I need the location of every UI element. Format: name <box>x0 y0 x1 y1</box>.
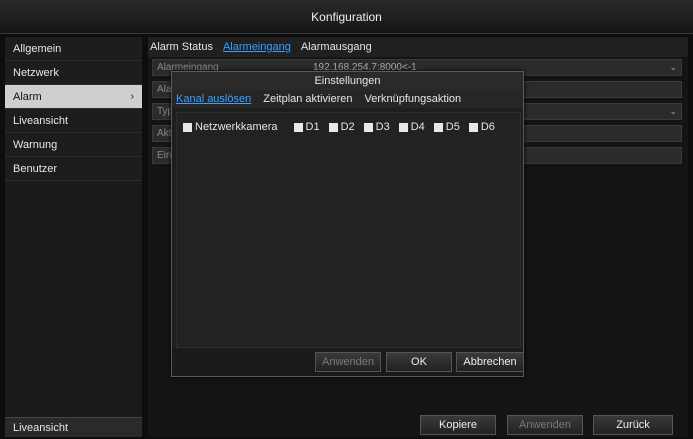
tab-alarmeingang[interactable]: Alarmeingang <box>223 41 291 53</box>
tab-alarmausgang[interactable]: Alarmausgang <box>301 41 372 53</box>
checkbox-icon <box>398 122 408 132</box>
sidebar-item-label: Alarm <box>13 91 42 103</box>
sidebar-item-warnung[interactable]: Warnung <box>5 133 142 157</box>
back-button[interactable]: Zurück <box>593 415 673 435</box>
sidebar-item-label: Allgemein <box>13 43 62 55</box>
dialog-body: Netzwerkkamera D1 D2 D3 D4 D5 D6 <box>176 112 521 348</box>
dialog-apply-button[interactable]: Anwenden <box>315 352 381 372</box>
chevron-down-icon: ⌄ <box>669 106 677 116</box>
checkbox-label: D6 <box>480 121 495 133</box>
settings-dialog: Einstellungen Kanal auslösen Zeitplan ak… <box>171 71 524 377</box>
sidebar-item-label: Netzwerk <box>13 67 59 79</box>
checkbox-d3[interactable]: D3 <box>363 121 390 133</box>
sidebar-item-alarm[interactable]: Alarm › <box>5 85 142 109</box>
checkbox-d2[interactable]: D2 <box>328 121 355 133</box>
dialog-title: Einstellungen <box>172 72 523 90</box>
checkbox-d4[interactable]: D4 <box>398 121 425 133</box>
checkbox-d1[interactable]: D1 <box>293 121 320 133</box>
tab-zeitplan-aktivieren[interactable]: Zeitplan aktivieren <box>263 93 352 105</box>
checkbox-label: D3 <box>375 121 390 133</box>
checkbox-label: D2 <box>340 121 355 133</box>
sidebar-item-label: Warnung <box>13 139 58 151</box>
ok-button[interactable]: OK <box>386 352 452 372</box>
tab-kanal-ausloesen[interactable]: Kanal auslösen <box>176 93 251 105</box>
checkbox-icon <box>183 122 192 132</box>
copy-button[interactable]: Kopiere <box>420 415 496 435</box>
checkbox-icon <box>468 122 478 132</box>
main-tabs: Alarm Status Alarmeingang Alarmausgang <box>148 37 688 57</box>
checkbox-label: D4 <box>410 121 425 133</box>
checkbox-icon <box>328 122 338 132</box>
checkbox-label: D1 <box>305 121 320 133</box>
tab-alarm-status[interactable]: Alarm Status <box>150 41 213 53</box>
chevron-down-icon: ⌄ <box>669 62 677 72</box>
checkbox-netzwerkkamera[interactable]: Netzwerkkamera <box>183 121 278 133</box>
checkbox-icon <box>433 122 443 132</box>
chevron-right-icon: › <box>130 91 134 102</box>
dialog-tabs: Kanal auslösen Zeitplan aktivieren Verkn… <box>172 90 523 108</box>
checkbox-icon <box>293 122 303 132</box>
checkbox-d6[interactable]: D6 <box>468 121 495 133</box>
window-title-text: Konfiguration <box>311 9 382 24</box>
sidebar-item-label: Benutzer <box>13 163 58 175</box>
sidebar-item-netzwerk[interactable]: Netzwerk <box>5 61 142 85</box>
tab-verknuepfungsaktion[interactable]: Verknüpfungsaktion <box>365 93 462 105</box>
sidebar-item-label: Liveansicht <box>13 115 69 127</box>
checkbox-icon <box>363 122 373 132</box>
liveview-button[interactable]: Liveansicht <box>5 417 142 437</box>
window-title: Konfiguration <box>0 0 693 34</box>
cancel-button[interactable]: Abbrechen <box>456 352 524 372</box>
channel-checkboxes: Netzwerkkamera D1 D2 D3 D4 D5 D6 <box>183 121 504 133</box>
apply-button[interactable]: Anwenden <box>507 415 583 435</box>
sidebar-item-benutzer[interactable]: Benutzer <box>5 157 142 181</box>
dialog-footer: Anwenden OK Abbrechen <box>172 348 524 376</box>
sidebar-item-liveansicht[interactable]: Liveansicht <box>5 109 142 133</box>
sidebar-item-allgemein[interactable]: Allgemein <box>5 37 142 61</box>
checkbox-d5[interactable]: D5 <box>433 121 460 133</box>
checkbox-label: Netzwerkkamera <box>195 121 278 133</box>
sidebar: Allgemein Netzwerk Alarm › Liveansicht W… <box>5 37 142 437</box>
checkbox-label: D5 <box>445 121 460 133</box>
